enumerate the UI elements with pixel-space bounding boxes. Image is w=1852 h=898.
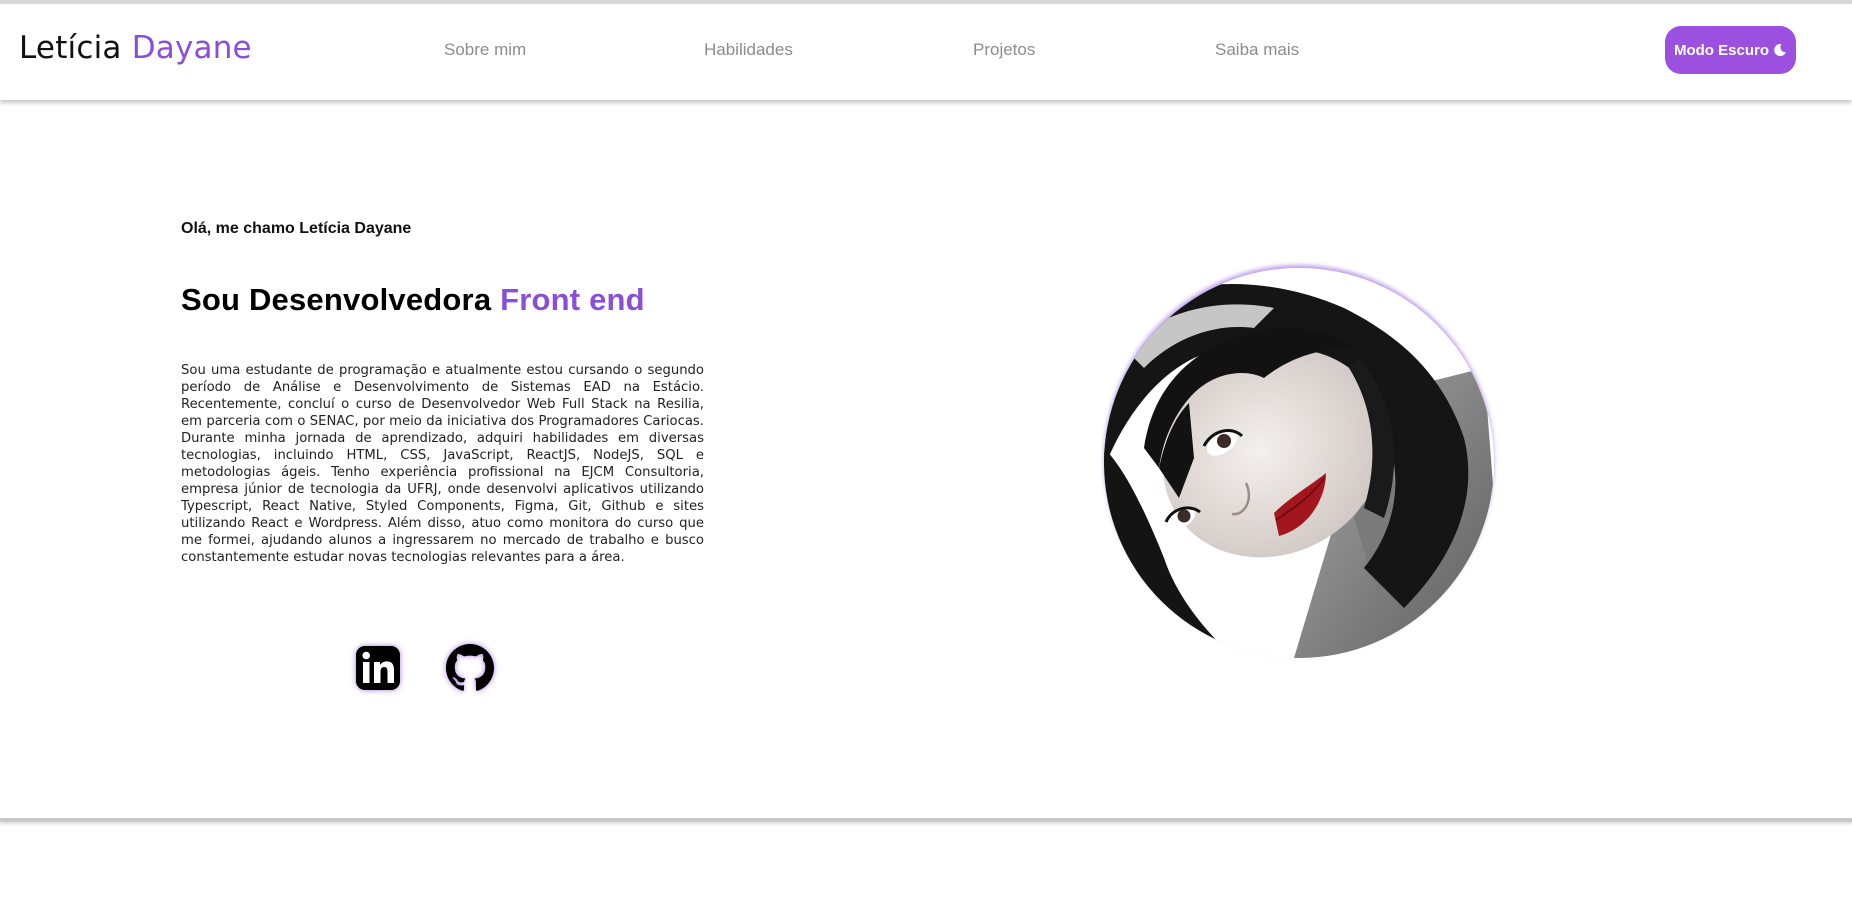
nav-link-sobre-mim[interactable]: Sobre mim — [444, 40, 526, 60]
site-header: Letícia Dayane Sobre mim Habilidades Pro… — [0, 4, 1852, 100]
moon-icon — [1773, 43, 1787, 57]
linkedin-icon[interactable] — [354, 644, 402, 692]
hero-headline: Sou Desenvolvedora Front end — [181, 282, 645, 318]
dark-mode-button[interactable]: Modo Escuro — [1665, 26, 1796, 74]
logo-first-name: Letícia — [19, 30, 122, 66]
logo-last-name: Dayane — [131, 30, 252, 66]
profile-photo — [1104, 268, 1494, 658]
github-icon[interactable] — [446, 644, 494, 692]
nav-link-habilidades[interactable]: Habilidades — [704, 40, 793, 60]
nav-link-projetos[interactable]: Projetos — [973, 40, 1035, 60]
headline-prefix: Sou Desenvolvedora — [181, 282, 492, 317]
dark-mode-label: Modo Escuro — [1673, 41, 1769, 59]
nav-link-saiba-mais[interactable]: Saiba mais — [1215, 40, 1299, 60]
headline-accent: Front end — [500, 282, 645, 317]
site-logo[interactable]: Letícia Dayane — [19, 30, 252, 66]
greeting-text: Olá, me chamo Letícia Dayane — [181, 220, 412, 237]
bio-paragraph: Sou uma estudante de programação e atual… — [181, 363, 704, 565]
section-divider — [0, 818, 1852, 822]
